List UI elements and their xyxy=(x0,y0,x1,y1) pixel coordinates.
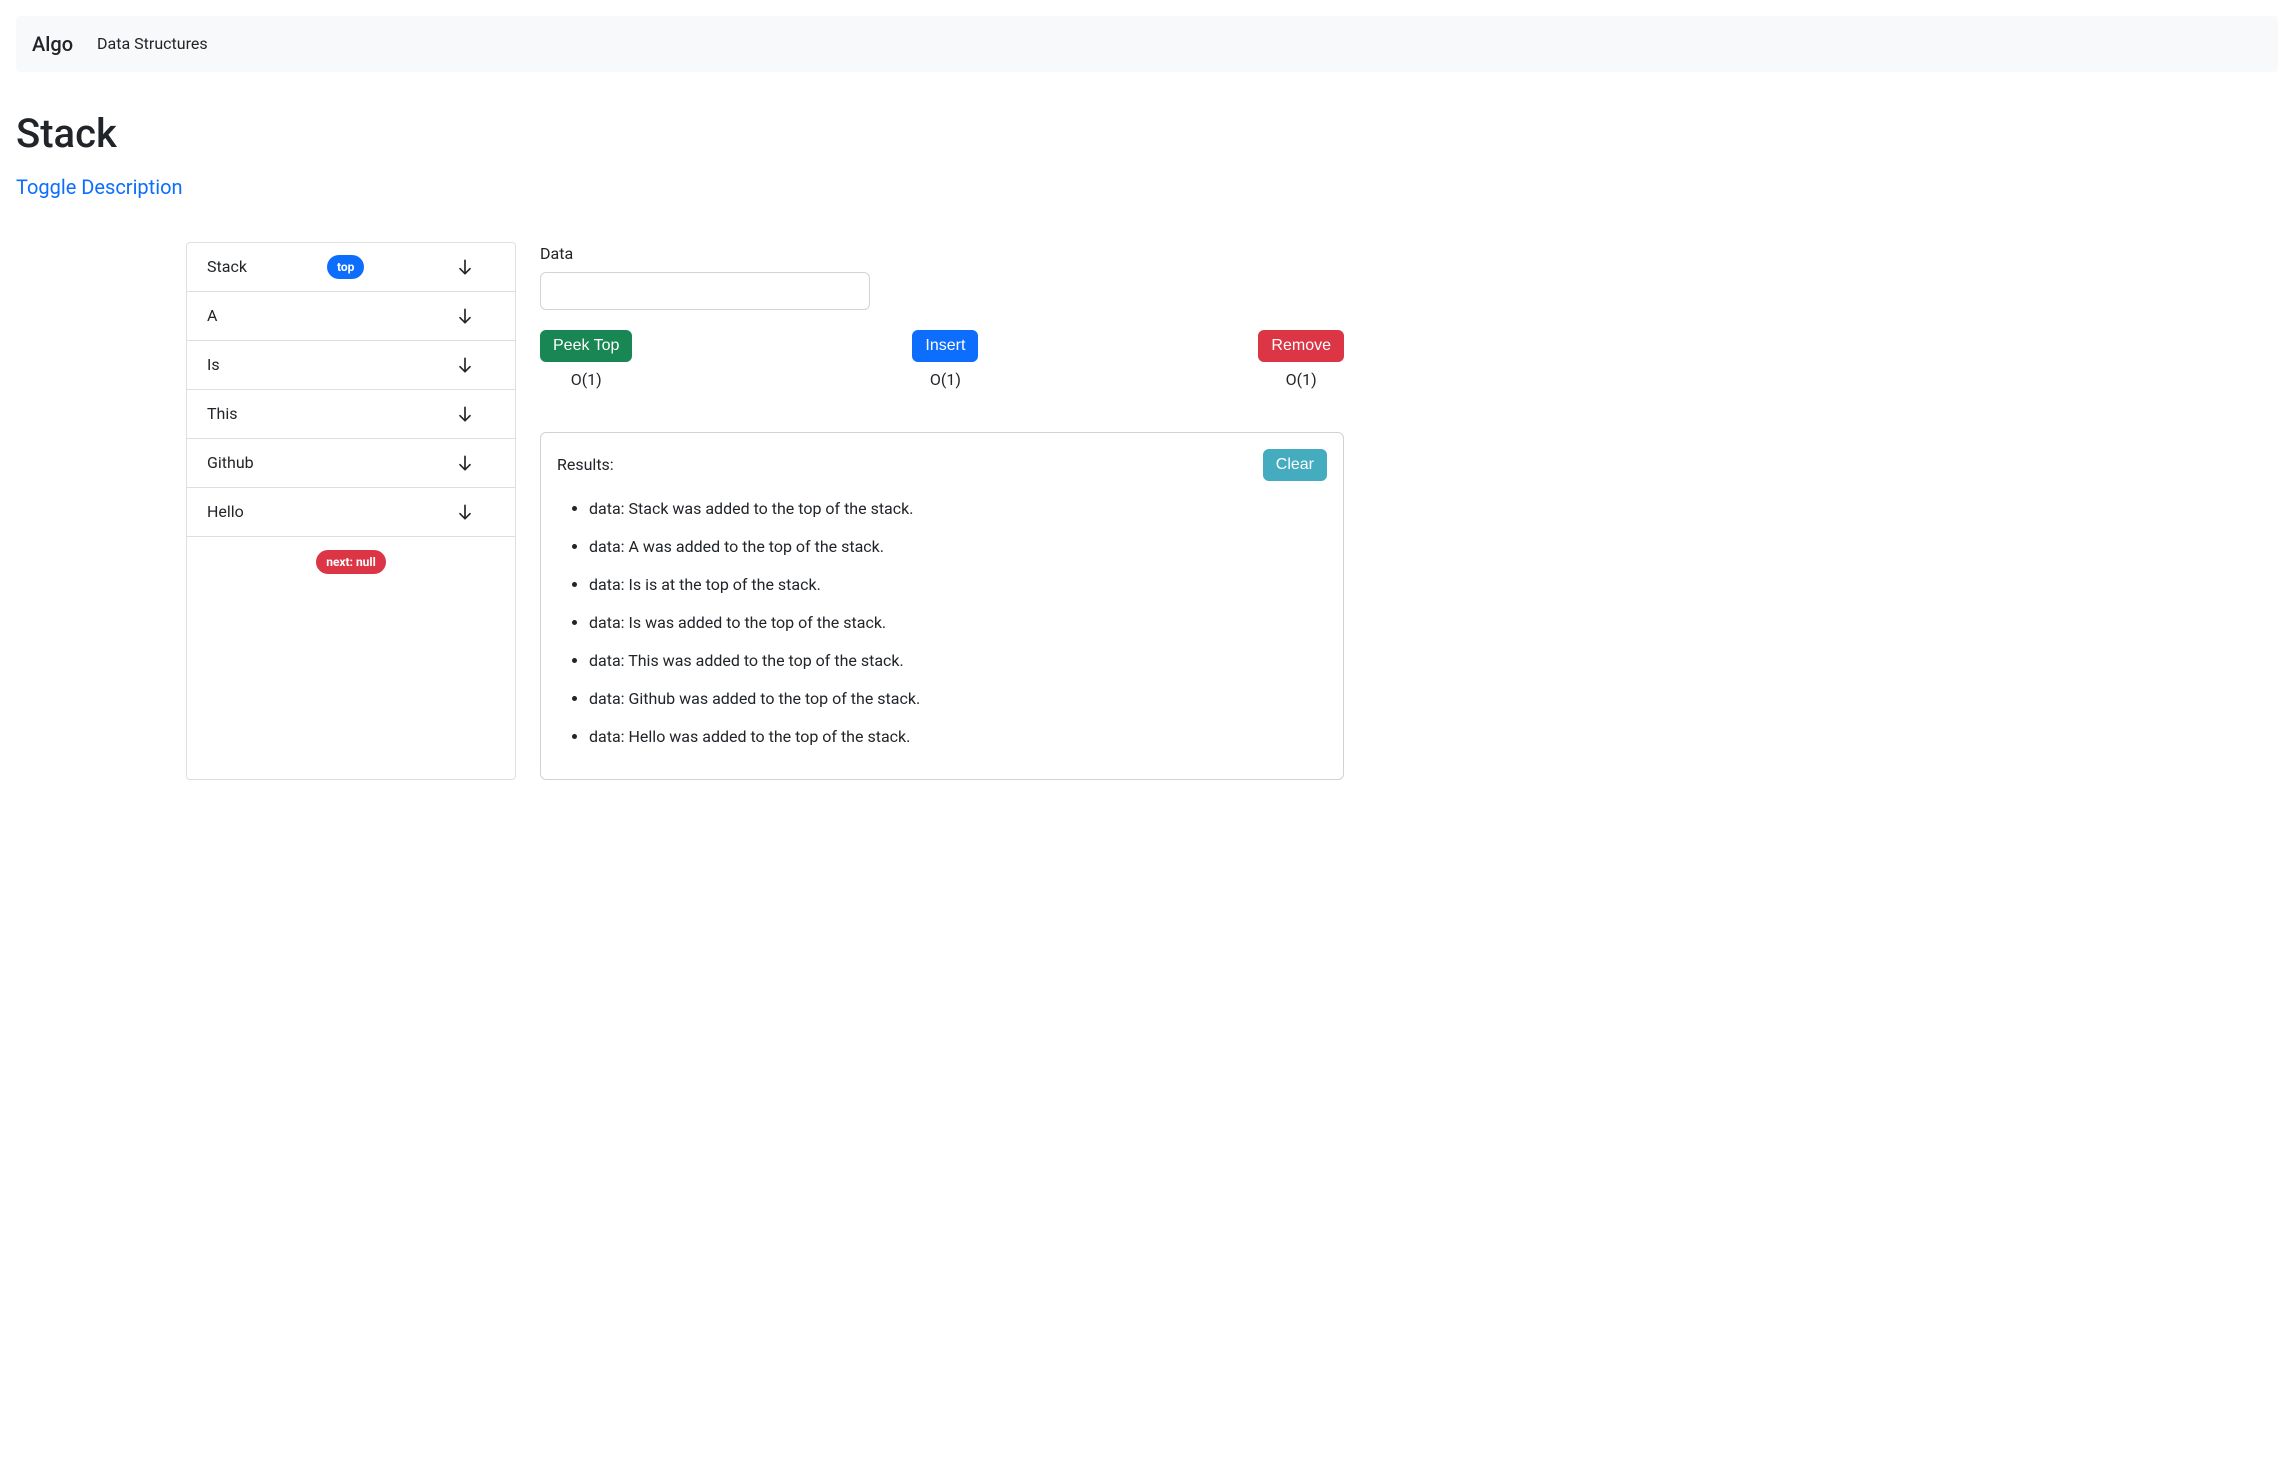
clear-button[interactable]: Clear xyxy=(1263,449,1327,481)
stack-item-value: Github xyxy=(207,451,327,475)
stack-item: A xyxy=(187,292,515,341)
next-null-badge: next: null xyxy=(316,550,386,574)
remove-complexity: O(1) xyxy=(1286,368,1317,392)
stack-item: Is xyxy=(187,341,515,390)
peek-complexity: O(1) xyxy=(571,368,602,392)
result-item: data: Is was added to the top of the sta… xyxy=(589,611,1327,635)
result-item: data: This was added to the top of the s… xyxy=(589,649,1327,673)
stack-item-value: A xyxy=(207,304,327,328)
insert-complexity: O(1) xyxy=(930,368,961,392)
toggle-description-link[interactable]: Toggle Description xyxy=(16,172,183,202)
stack-item: This xyxy=(187,390,515,439)
result-item: data: Hello was added to the top of the … xyxy=(589,725,1327,749)
results-list: data: Stack was added to the top of the … xyxy=(557,497,1327,749)
stack-item-value: Is xyxy=(207,353,327,377)
nav-link-data-structures[interactable]: Data Structures xyxy=(97,24,208,64)
result-item: data: Is is at the top of the stack. xyxy=(589,573,1327,597)
results-title: Results: xyxy=(557,453,614,477)
peek-top-button[interactable]: Peek Top xyxy=(540,330,632,362)
arrow-down-icon xyxy=(435,257,495,277)
result-item: data: A was added to the top of the stac… xyxy=(589,535,1327,559)
arrow-down-icon xyxy=(435,306,495,326)
stack-item-value: Stack xyxy=(207,255,327,279)
arrow-down-icon xyxy=(435,453,495,473)
top-badge: top xyxy=(327,255,364,279)
stack-item: Stacktop xyxy=(187,243,515,292)
data-label: Data xyxy=(540,242,1344,266)
arrow-down-icon xyxy=(435,502,495,522)
page-title: Stack xyxy=(16,104,1344,164)
data-input[interactable] xyxy=(540,272,870,310)
stack-item: Github xyxy=(187,439,515,488)
navbar-brand[interactable]: Algo xyxy=(32,25,73,63)
insert-button[interactable]: Insert xyxy=(912,330,978,362)
stack-item: Hello xyxy=(187,488,515,537)
remove-button[interactable]: Remove xyxy=(1258,330,1344,362)
stack-list: Stacktop A Is This Github Hello next: null xyxy=(186,242,516,780)
navbar: Algo Data Structures xyxy=(16,16,2278,72)
results-card: Results: Clear data: Stack was added to … xyxy=(540,432,1344,780)
stack-footer: next: null xyxy=(187,537,515,586)
result-item: data: Github was added to the top of the… xyxy=(589,687,1327,711)
arrow-down-icon xyxy=(435,355,495,375)
result-item: data: Stack was added to the top of the … xyxy=(589,497,1327,521)
arrow-down-icon xyxy=(435,404,495,424)
stack-item-value: This xyxy=(207,402,327,426)
stack-item-value: Hello xyxy=(207,500,327,524)
